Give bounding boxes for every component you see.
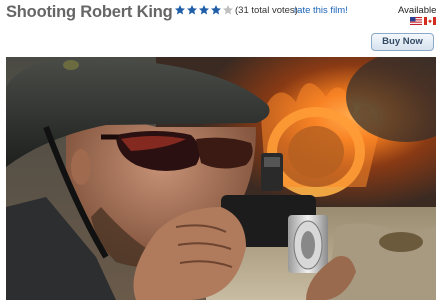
star-filled-icon[interactable] <box>174 3 186 17</box>
rate-film-link[interactable]: rate this film! <box>294 5 348 16</box>
star-empty-icon[interactable] <box>222 3 234 17</box>
star-filled-icon[interactable] <box>198 3 210 17</box>
vote-count: (31 total votes) <box>235 5 298 16</box>
us-flag-icon <box>410 17 422 25</box>
availability-label: Available <box>398 5 437 16</box>
star-filled-icon[interactable] <box>186 3 198 17</box>
availability-flags <box>410 17 436 25</box>
photographer-still <box>6 57 436 300</box>
star-filled-icon[interactable] <box>210 3 222 17</box>
buy-now-button[interactable]: Buy Now <box>371 33 434 51</box>
ca-flag-icon <box>424 17 436 25</box>
film-title: Shooting Robert King <box>6 3 173 21</box>
star-rating[interactable] <box>174 3 234 17</box>
film-still-image <box>6 57 436 300</box>
